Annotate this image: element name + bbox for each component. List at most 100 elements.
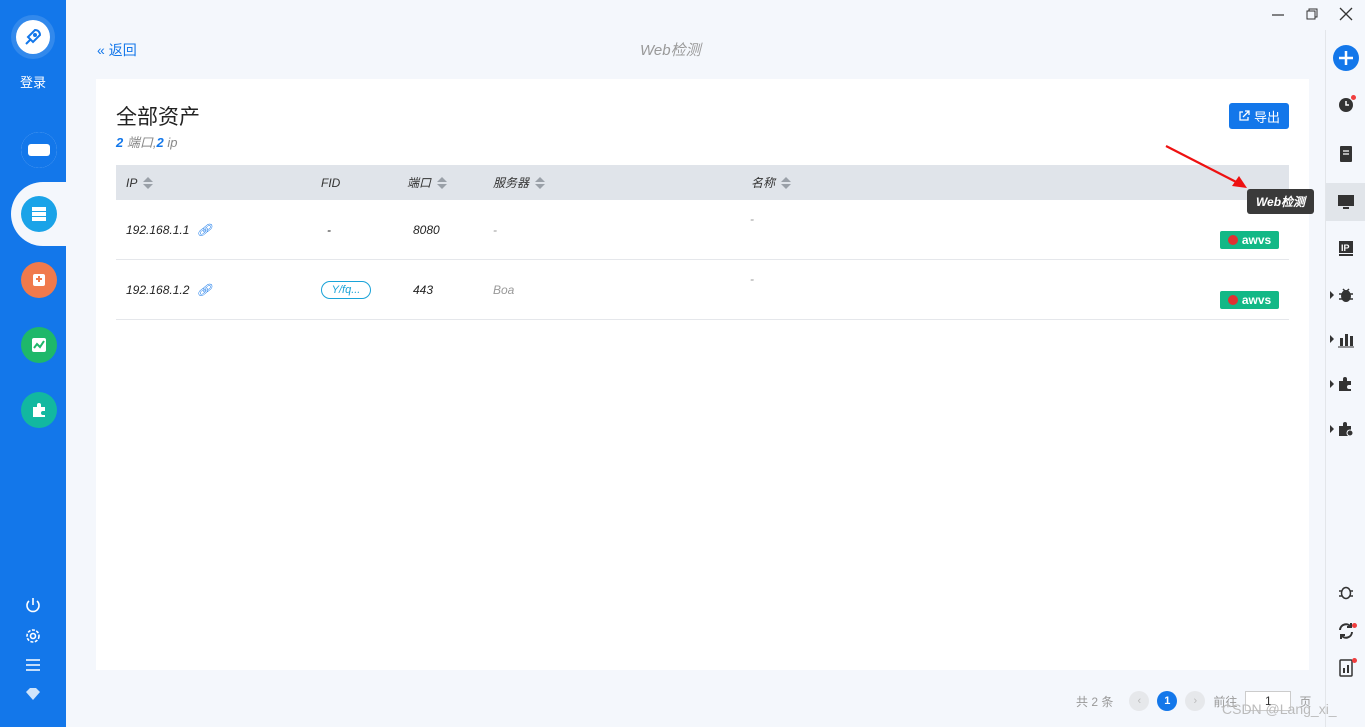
left-sidebar: 登录 xyxy=(0,0,71,727)
asset-list-icon xyxy=(32,207,46,221)
ip-cell[interactable]: 192.168.1.2 🔗︎ xyxy=(126,283,212,297)
watermark: CSDN @Lang_xi_ xyxy=(1222,701,1337,717)
menu-icon[interactable] xyxy=(22,654,44,676)
add-button[interactable] xyxy=(1330,42,1362,74)
host-nav-button[interactable] xyxy=(21,132,57,168)
column-header-port[interactable]: 端口 xyxy=(407,165,448,200)
plugin-button[interactable] xyxy=(1330,368,1362,400)
gem-icon[interactable] xyxy=(22,683,44,705)
awvs-badge[interactable]: awvs xyxy=(1220,231,1279,249)
awvs-badge[interactable]: awvs xyxy=(1220,291,1279,309)
server-cell: Boa xyxy=(493,283,515,297)
annotation-arrow xyxy=(1165,145,1247,188)
chart-nav-button[interactable] xyxy=(21,327,57,363)
vuln-nav-button[interactable] xyxy=(21,262,57,298)
column-label: FID xyxy=(321,175,341,190)
plugin-nav-button[interactable] xyxy=(21,392,57,428)
ip-icon: IP xyxy=(1339,241,1353,256)
external-link-icon xyxy=(1239,110,1250,121)
ip-cell[interactable]: 192.168.1.1 🔗︎ xyxy=(126,223,212,237)
column-label: 端口 xyxy=(407,176,432,190)
settings-icon[interactable] xyxy=(22,625,44,647)
chart-icon xyxy=(32,338,46,352)
page-title: Web检测 xyxy=(640,42,701,59)
login-label[interactable]: 登录 xyxy=(0,72,66,91)
expand-caret-icon xyxy=(1330,425,1334,433)
fid-tag[interactable]: Y/fq... xyxy=(321,281,371,299)
expand-caret-icon xyxy=(1330,335,1334,343)
stats-button[interactable] xyxy=(1330,323,1362,355)
asset-summary: 2 端口,2 ip xyxy=(116,132,177,151)
sort-icon xyxy=(437,176,448,189)
awvs-label: awvs xyxy=(1241,293,1272,307)
ports-label: 端口, xyxy=(123,135,157,150)
back-link[interactable]: « 返回 xyxy=(97,40,137,60)
power-icon[interactable] xyxy=(22,594,44,616)
column-header-fid: FID xyxy=(321,165,340,200)
sort-icon xyxy=(143,176,154,189)
sort-icon xyxy=(781,176,792,189)
document-icon xyxy=(1340,146,1352,162)
export-label: 导出 xyxy=(1253,109,1280,125)
column-label: IP xyxy=(126,175,138,190)
page-number-button[interactable]: 1 xyxy=(1157,691,1178,711)
column-header-server[interactable]: 服务器 xyxy=(493,165,546,200)
close-icon[interactable] xyxy=(1336,5,1356,23)
table-row: 192.168.1.1 🔗︎ - 8080 - - awvs xyxy=(116,200,1289,260)
back-label: 返回 xyxy=(108,42,137,58)
asset-card: 全部资产 2 端口,2 ip 导出 IP FID 端口 服务器 名称 192.1… xyxy=(96,79,1309,670)
ip-count: 2 xyxy=(156,135,164,150)
name-cell: - xyxy=(750,272,754,286)
asset-list-nav-button[interactable] xyxy=(21,196,57,232)
awvs-logo-icon xyxy=(1227,235,1238,245)
prev-page-button[interactable]: ‹ xyxy=(1129,691,1150,711)
ip-button[interactable]: IP xyxy=(1330,232,1362,264)
bug-button[interactable] xyxy=(1330,279,1362,311)
ip-label: ip xyxy=(163,135,178,150)
column-header-name[interactable]: 名称 xyxy=(751,165,792,200)
history-button[interactable] xyxy=(1330,89,1362,121)
awvs-logo-icon xyxy=(1227,295,1238,305)
bug-outline-icon xyxy=(1339,586,1353,600)
name-cell: - xyxy=(750,212,754,226)
column-header-ip[interactable]: IP xyxy=(126,165,154,200)
restore-icon[interactable] xyxy=(1302,5,1322,23)
next-page-button[interactable]: › xyxy=(1185,691,1206,711)
puzzle-gear-icon xyxy=(1339,422,1354,437)
expand-caret-icon xyxy=(1330,291,1334,299)
plugin-settings-button[interactable] xyxy=(1330,413,1362,445)
double-chevron-left-icon: « xyxy=(97,42,105,58)
export-button[interactable]: 导出 xyxy=(1229,103,1289,129)
monitor-icon xyxy=(1337,195,1354,209)
web-detect-button[interactable] xyxy=(1326,183,1365,221)
sync-button[interactable] xyxy=(1330,615,1362,647)
notification-dot xyxy=(1352,658,1357,663)
total-count: 共 2 条 xyxy=(1076,694,1114,709)
notification-dot xyxy=(1351,95,1356,100)
expand-caret-icon xyxy=(1330,380,1334,388)
svg-text:IP: IP xyxy=(1341,243,1350,253)
server-cell: - xyxy=(493,223,497,237)
minimize-icon[interactable] xyxy=(1268,5,1288,23)
report-button[interactable] xyxy=(1330,652,1362,684)
web-detect-tooltip: Web检测 xyxy=(1247,189,1314,214)
link-icon[interactable]: 🔗︎ xyxy=(197,223,212,237)
app-logo[interactable] xyxy=(11,15,55,59)
fid-cell: - xyxy=(327,223,331,237)
column-label: 服务器 xyxy=(493,176,530,190)
plus-circle-icon xyxy=(1333,45,1359,71)
sort-icon xyxy=(535,176,546,189)
plugin-icon xyxy=(33,403,45,417)
document-button[interactable] xyxy=(1330,138,1362,170)
card-title: 全部资产 xyxy=(116,106,200,129)
port-cell: 8080 xyxy=(413,223,440,237)
port-cell: 443 xyxy=(413,283,434,297)
awvs-label: awvs xyxy=(1241,233,1272,247)
puzzle-icon xyxy=(1339,377,1351,391)
debug-button[interactable] xyxy=(1330,576,1362,608)
ip-value: 192.168.1.1 xyxy=(126,223,190,237)
vuln-icon xyxy=(33,274,45,286)
notification-dot xyxy=(1352,623,1357,628)
link-icon[interactable]: 🔗︎ xyxy=(197,283,212,297)
table-row: 192.168.1.2 🔗︎ Y/fq... 443 Boa - awvs xyxy=(116,260,1289,320)
